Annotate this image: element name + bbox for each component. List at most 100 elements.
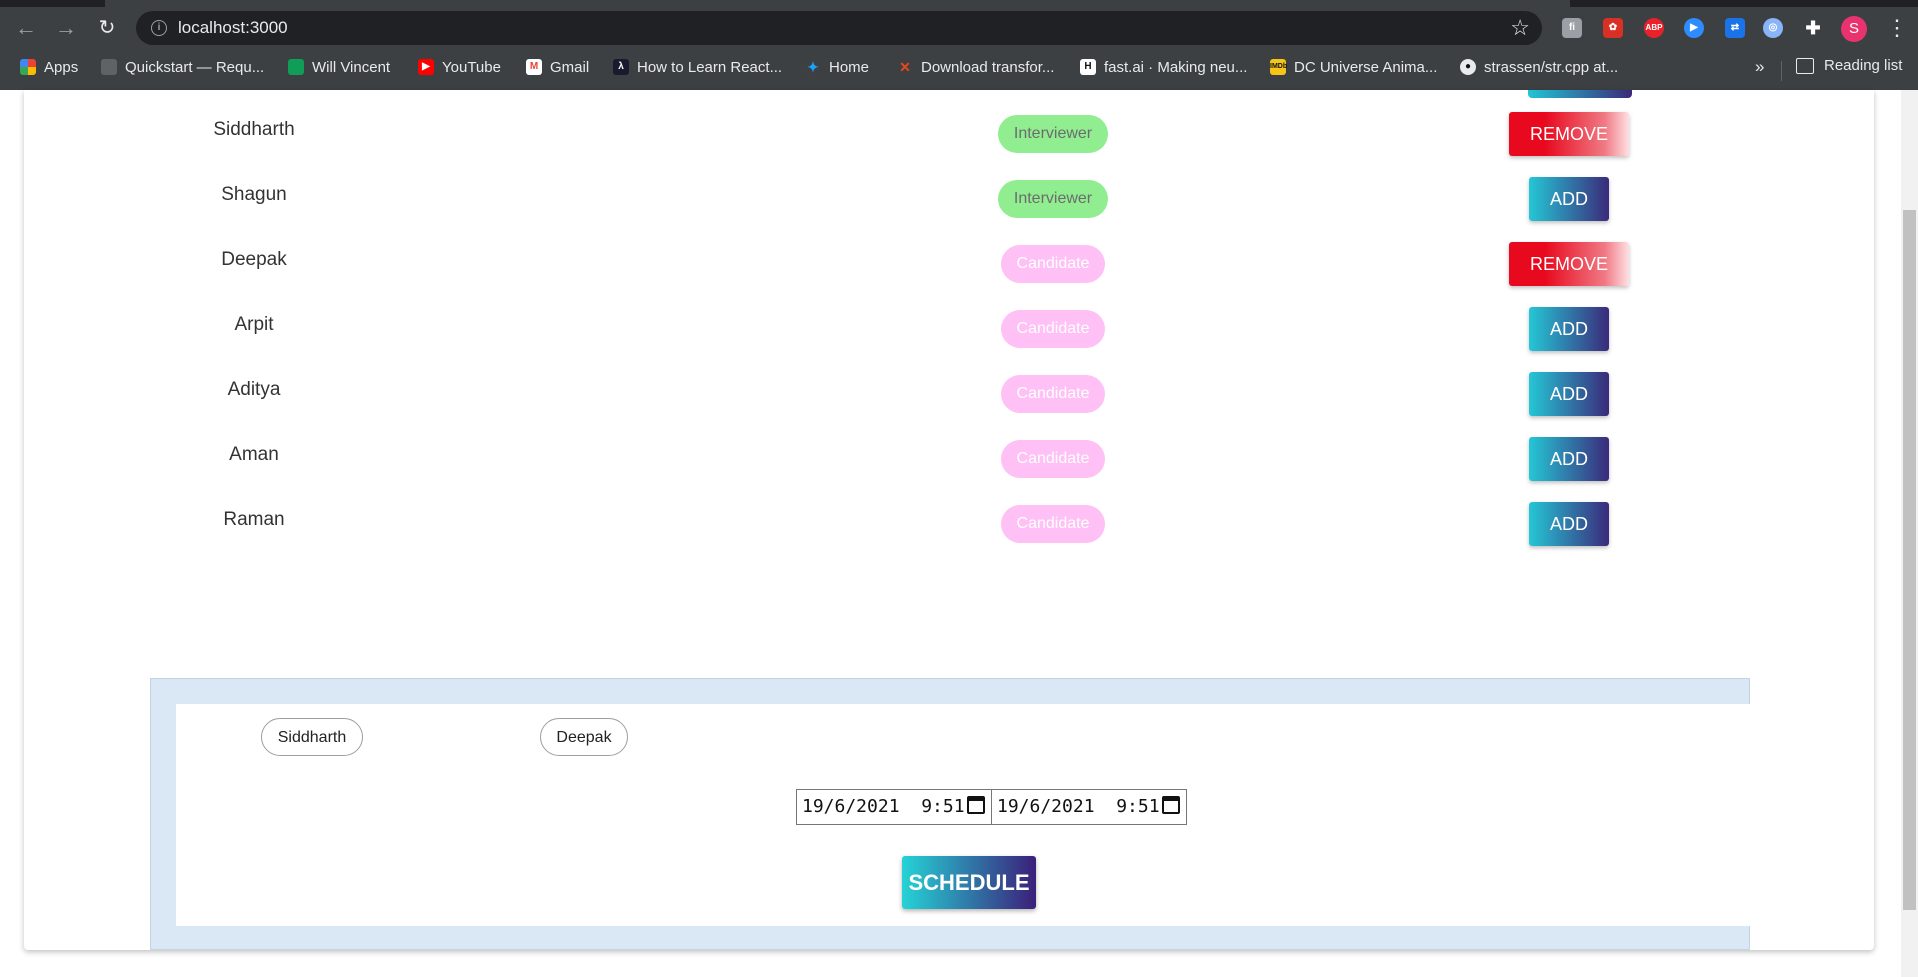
reload-icon[interactable]: ↻ [94,15,120,41]
bookmark-label: Download transfor... [921,58,1055,76]
bookmark-item[interactable]: ✕ Download transfor... [897,57,1054,77]
reading-list-label: Reading list [1824,57,1903,74]
selected-participant-chip[interactable]: Deepak [540,718,628,756]
forward-icon[interactable]: → [53,15,79,41]
site-icon: ✕ [899,59,911,75]
twitter-icon: ✦ [807,59,819,75]
profile-avatar[interactable]: S [1841,16,1867,42]
role-badge: Candidate [1001,440,1105,478]
bookmark-label: DC Universe Anima... [1294,58,1438,76]
bookmark-label: YouTube [442,58,501,76]
zoom-icon[interactable]: ▶ [1684,18,1704,38]
active-tab[interactable] [105,0,1570,7]
bookmark-label: fast.ai · Making neu... [1104,58,1248,76]
start-datetime-value: 19/6/2021 9:51 [802,796,965,817]
bookmark-item[interactable]: λ How to Learn React... [613,57,782,77]
add-button[interactable]: ADD [1529,372,1609,416]
participant-row: Aman Candidate ADD [24,437,1874,500]
imdb-icon: IMDb [1270,59,1287,75]
add-button[interactable]: ADD [1529,177,1609,221]
browser-chrome: ← → ↻ i localhost:3000 ☆ fi ✿ ABP ▶ ⇄ ◎ … [0,0,1918,90]
remove-button[interactable]: REMOVE [1509,112,1629,156]
add-button[interactable]: ADD [1529,307,1609,351]
page-icon [101,59,117,75]
bookmarks-overflow-icon[interactable]: » [1755,57,1764,77]
bookmark-label: How to Learn React... [637,58,783,76]
role-badge: Candidate [1001,375,1105,413]
bookmark-item[interactable]: Will Vincent [288,57,390,77]
role-badge: Candidate [1001,245,1105,283]
schedule-panel: Siddharth Deepak 19/6/2021 9:51 19/6/202… [150,678,1751,950]
browser-toolbar: ← → ↻ i localhost:3000 ☆ fi ✿ ABP ▶ ⇄ ◎ … [0,7,1918,47]
participant-name: Aman [229,444,279,465]
scrollbar-thumb[interactable] [1903,210,1916,910]
participant-name: Arpit [234,314,274,335]
bookmark-apps[interactable]: Apps [20,57,78,77]
participant-row: Shagun Interviewer ADD [24,177,1874,240]
page-scrollbar[interactable] [1901,90,1918,977]
bookmark-label: Will Vincent [312,58,391,76]
site-icon: λ [613,59,629,75]
youtube-icon: ▶ [418,59,434,75]
participant-name: Shagun [221,184,287,205]
end-datetime-input[interactable]: 19/6/2021 9:51 [991,789,1187,825]
extension-icon[interactable]: ⇄ [1725,18,1745,38]
role-badge: Candidate [1001,505,1105,543]
participants-card: Siddharth Interviewer REMOVE Shagun Inte… [24,90,1874,950]
github-icon: ● [1460,59,1476,75]
extension-icon[interactable]: ◎ [1763,18,1783,38]
site-icon: H [1080,59,1096,75]
role-badge: Interviewer [998,180,1108,218]
participant-row: Aditya Candidate ADD [24,372,1874,435]
bookmark-item[interactable]: Quickstart — Requ... [101,57,264,77]
start-datetime-input[interactable]: 19/6/2021 9:51 [796,789,992,825]
bookmark-item[interactable]: ✦ Home [805,57,869,77]
url-text[interactable]: localhost:3000 [178,18,288,38]
calendar-icon[interactable] [967,796,985,814]
calendar-icon[interactable] [1162,796,1180,814]
participant-name: Raman [223,509,285,530]
selected-participant-chip[interactable]: Siddharth [261,718,363,756]
reading-list-button[interactable]: Reading list [1796,57,1902,74]
end-datetime-value: 19/6/2021 9:51 [997,796,1160,817]
reading-list-icon [1796,57,1814,74]
divider [1781,61,1782,81]
gmail-icon: M [526,59,542,75]
extension-icon[interactable]: ✿ [1603,18,1623,38]
role-badge: Candidate [1001,310,1105,348]
tab-strip [0,0,1918,7]
page-viewport: Siddharth Interviewer REMOVE Shagun Inte… [0,90,1918,977]
bookmark-label: Quickstart — Requ... [125,58,265,76]
participant-row: Deepak Candidate REMOVE [24,242,1874,305]
extension-icon[interactable]: fi [1562,18,1582,38]
back-icon[interactable]: ← [13,15,39,41]
add-button-partial[interactable] [1528,90,1632,98]
schedule-form: Siddharth Deepak 19/6/2021 9:51 19/6/202… [176,704,1751,926]
add-button[interactable]: ADD [1529,502,1609,546]
bookmark-item[interactable]: ▶ YouTube [418,57,501,77]
bookmark-item[interactable]: M Gmail [526,57,589,77]
bookmark-item[interactable]: ● strassen/str.cpp at... [1460,57,1618,77]
participant-row: Arpit Candidate ADD [24,307,1874,370]
add-button[interactable]: ADD [1529,437,1609,481]
address-bar[interactable]: i localhost:3000 ☆ [136,11,1542,45]
site-info-icon[interactable]: i [151,20,167,36]
participant-row: Raman Candidate ADD [24,502,1874,565]
bookmark-label: Apps [44,58,79,76]
bookmark-item[interactable]: IMDb DC Universe Anima... [1270,57,1437,77]
participant-name: Deepak [221,249,287,270]
browser-menu-icon[interactable]: ⋮ [1886,15,1908,41]
apps-grid-icon [20,59,36,75]
adblock-icon[interactable]: ABP [1644,18,1664,38]
participant-row: Siddharth Interviewer REMOVE [24,112,1874,175]
role-badge: Interviewer [998,115,1108,153]
extensions-puzzle-icon[interactable]: ✚ [1803,18,1823,38]
bookmark-star-icon[interactable]: ☆ [1510,15,1530,41]
remove-button[interactable]: REMOVE [1509,242,1629,286]
schedule-button[interactable]: SCHEDULE [902,856,1036,909]
bookmark-item[interactable]: H fast.ai · Making neu... [1080,57,1247,77]
bookmark-label: Gmail [550,58,590,76]
participant-name: Siddharth [213,119,295,140]
bookmark-label: strassen/str.cpp at... [1484,58,1619,76]
site-icon [288,59,304,75]
